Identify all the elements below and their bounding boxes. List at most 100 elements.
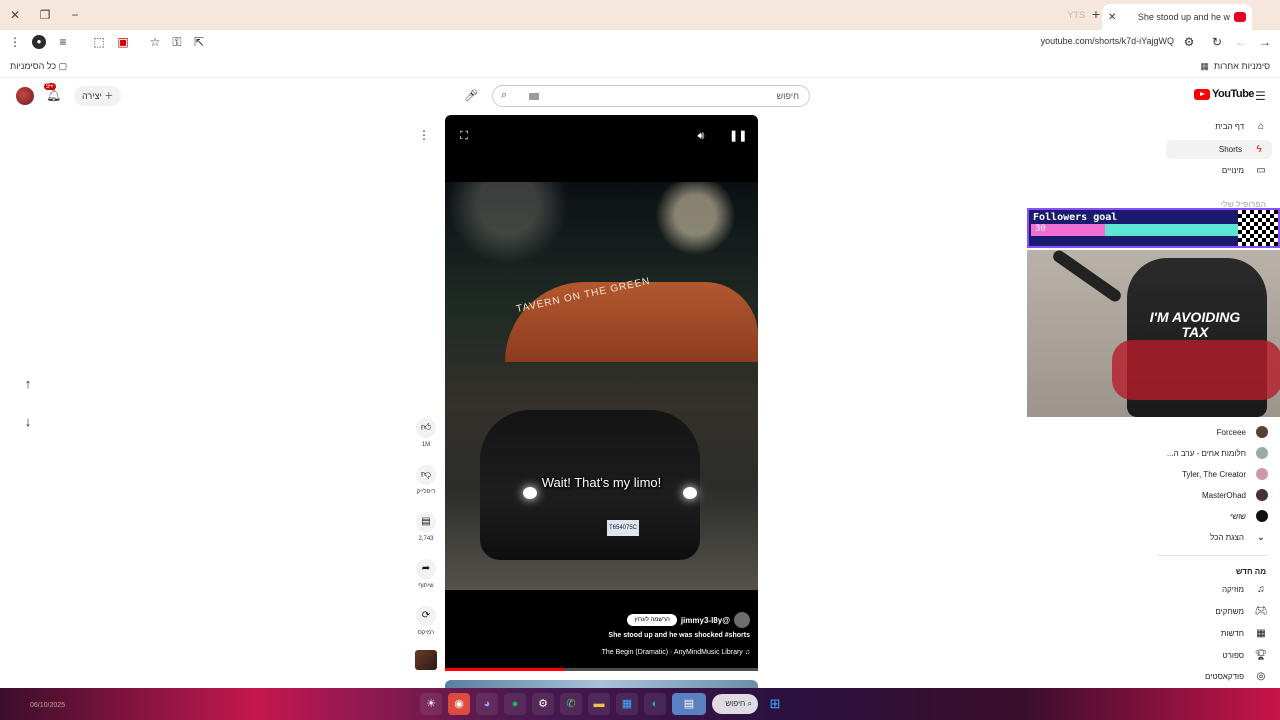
pause-icon[interactable]: ❚❚ xyxy=(729,129,747,143)
sidebar-item-home[interactable]: ⌂ דף הבית xyxy=(1215,121,1268,132)
keyboard-icon[interactable] xyxy=(529,93,539,100)
dislike-button[interactable]: 👎︎ דיסלייק xyxy=(410,465,442,495)
chair-text: I'M AVOIDING TAX xyxy=(1149,309,1241,340)
channel-name[interactable]: @jimmy3-l8y xyxy=(681,616,730,625)
like-button[interactable]: 👍︎ 1M xyxy=(410,418,442,448)
key-icon[interactable]: ⚿ xyxy=(170,35,184,49)
share-page-icon[interactable]: ⇱ xyxy=(192,35,206,49)
explore-music[interactable]: ♫ מוזיקה xyxy=(1222,584,1268,595)
steam-icon[interactable]: ⚙ xyxy=(532,693,554,715)
forward-icon[interactable]: ← xyxy=(1234,35,1248,49)
video-progress-fill xyxy=(445,668,564,671)
search-input[interactable]: ⌕ חיפוש xyxy=(492,85,810,107)
explore-news[interactable]: ▦ חדשות xyxy=(1221,628,1268,639)
home-icon: ⌂ xyxy=(1257,121,1265,132)
goal-current: 30 xyxy=(1035,224,1046,234)
video-title[interactable]: She stood up and he was shocked #shorts xyxy=(608,632,750,639)
previous-short-arrow-icon[interactable]: ↑ xyxy=(18,374,38,394)
more-options-icon[interactable]: ⋮ xyxy=(418,128,430,142)
subscription-shushi[interactable]: שושי xyxy=(1230,510,1268,522)
search-icon[interactable]: ⌕ xyxy=(501,89,507,102)
window-restore-icon[interactable]: ❐ xyxy=(36,6,54,24)
subscription-forceee[interactable]: Forceee xyxy=(1217,426,1268,438)
window-minimize-icon[interactable]: − xyxy=(66,6,84,24)
record-icon[interactable]: ▣ xyxy=(116,35,130,49)
audio-source-thumbnail[interactable] xyxy=(415,650,437,670)
youtube-logo[interactable]: YouTube xyxy=(1194,88,1254,100)
youtube-play-icon xyxy=(1194,88,1210,100)
store-icon[interactable]: ▦ xyxy=(616,693,638,715)
channel-avatar xyxy=(1256,426,1268,438)
chrome-icon[interactable]: ◉ xyxy=(448,693,470,715)
video-caption: Wait! That's my limo! xyxy=(541,475,662,490)
channel-avatar xyxy=(1256,489,1268,501)
trophy-icon: 🏆︎ xyxy=(1254,650,1268,661)
window-close-icon[interactable]: ✕ xyxy=(6,6,24,24)
subscription-masterohad[interactable]: MasterOhad xyxy=(1202,489,1268,501)
weather-app-icon[interactable]: ☀ xyxy=(420,693,442,715)
thumbs-up-icon: 👍︎ xyxy=(416,418,436,438)
active-tab[interactable]: She stood up and he w ✕ xyxy=(1102,4,1252,30)
background-tab[interactable]: YTS xyxy=(1067,10,1085,20)
reload-icon[interactable]: ↻ xyxy=(1210,35,1224,49)
share-button[interactable]: ➦ שיתוף xyxy=(410,559,442,589)
share-label: שיתוף xyxy=(418,583,434,589)
windows-start-icon[interactable]: ⊞ xyxy=(764,693,786,715)
webcam-overlay: I'M AVOIDING TAX xyxy=(1027,250,1280,417)
bookmark-star-icon[interactable]: ☆ xyxy=(148,35,162,49)
mic-arm xyxy=(1050,250,1124,304)
extension-icon[interactable]: ≡ xyxy=(56,35,70,49)
spotify-icon[interactable]: ● xyxy=(504,693,526,715)
explore-sports[interactable]: 🏆︎ ספורט xyxy=(1222,650,1268,661)
url-text[interactable]: youtube.com/shorts/k7d-iYajgWQ xyxy=(1041,36,1174,46)
thumbs-down-icon: 👎︎ xyxy=(416,465,436,485)
taskbar-date: 06/10/2025 xyxy=(30,702,66,709)
sidebar-item-shorts[interactable]: ϟ Shorts xyxy=(1166,140,1272,159)
fullscreen-icon[interactable]: ⛶ xyxy=(457,129,471,143)
notifications-bell-icon[interactable]: 🔔︎ 9+ xyxy=(44,83,61,102)
other-bookmarks-link[interactable]: ▦ סימניות אחרות xyxy=(1200,61,1270,72)
file-explorer-icon[interactable]: ▬ xyxy=(588,693,610,715)
like-count: 1M xyxy=(421,442,431,448)
subscription-channel-2[interactable]: חלומות אחים - ערב ה... xyxy=(1167,447,1268,459)
site-settings-icon[interactable]: ⚙ xyxy=(1182,35,1196,49)
voice-search-icon[interactable]: 🎤︎ xyxy=(462,87,480,105)
channel-avatar[interactable] xyxy=(734,612,750,628)
followers-goal-widget: Followers goal 30 100 xyxy=(1027,208,1280,248)
shorts-video-player[interactable]: ⛶ 🔊︎ ❚❚ TAVERN ON THE GREEN T654075C Wai… xyxy=(445,115,758,671)
goal-title: Followers goal xyxy=(1033,212,1118,223)
sidebar-item-subscriptions[interactable]: ▭ מינויים xyxy=(1222,165,1268,176)
game-app-icon[interactable]: ▤ xyxy=(672,693,706,715)
explore-gaming[interactable]: 🎮︎ משחקים xyxy=(1215,606,1268,617)
gaming-chair-accent xyxy=(1112,340,1280,400)
taskbar-search[interactable]: חיפוש ⌕ xyxy=(712,694,758,714)
new-tab-button[interactable]: + xyxy=(1092,6,1100,22)
shorts-icon: ϟ xyxy=(1256,144,1262,155)
tab-close-icon[interactable]: ✕ xyxy=(1108,12,1116,23)
discord-icon[interactable]: ◕ xyxy=(476,693,498,715)
back-icon[interactable]: → xyxy=(1258,35,1272,49)
account-avatar[interactable] xyxy=(16,87,34,105)
video-progress-bar[interactable] xyxy=(445,668,758,671)
comments-button[interactable]: ▤ 2,743 xyxy=(410,512,442,542)
show-more-subscriptions[interactable]: ⌄ הצגת הכל xyxy=(1210,532,1268,543)
search-placeholder: חיפוש xyxy=(776,91,799,101)
all-bookmarks-link[interactable]: כל הסימניות ▢ xyxy=(10,61,67,72)
explore-podcasts[interactable]: ◎ פודקאסטים xyxy=(1205,671,1268,682)
whatsapp-icon[interactable]: ✆ xyxy=(560,693,582,715)
menu-dots-icon[interactable]: ⋮ xyxy=(8,35,22,49)
subscribe-button[interactable]: הרשמה לערוץ xyxy=(627,614,677,626)
profile-icon[interactable]: ● xyxy=(32,35,46,49)
hamburger-menu-icon[interactable]: ☰ xyxy=(1255,89,1266,103)
subscription-tyler[interactable]: Tyler, The Creator xyxy=(1182,468,1268,480)
next-short-arrow-icon[interactable]: ↓ xyxy=(18,412,38,432)
volume-icon[interactable]: 🔊︎ xyxy=(694,129,708,143)
restaurant-awning xyxy=(505,282,758,362)
apps-grid-icon: ▦ xyxy=(1200,61,1209,71)
edge-icon[interactable]: ◐ xyxy=(644,693,666,715)
create-button[interactable]: יצירה ＋ xyxy=(74,86,122,106)
video-music[interactable]: The Begin (Dramatic) · AnyMindMusic Libr… xyxy=(602,649,750,656)
puzzle-icon[interactable]: ⬚ xyxy=(92,35,106,49)
remix-button[interactable]: ⟳ רמיקס xyxy=(410,606,442,636)
channel-avatar xyxy=(1256,468,1268,480)
